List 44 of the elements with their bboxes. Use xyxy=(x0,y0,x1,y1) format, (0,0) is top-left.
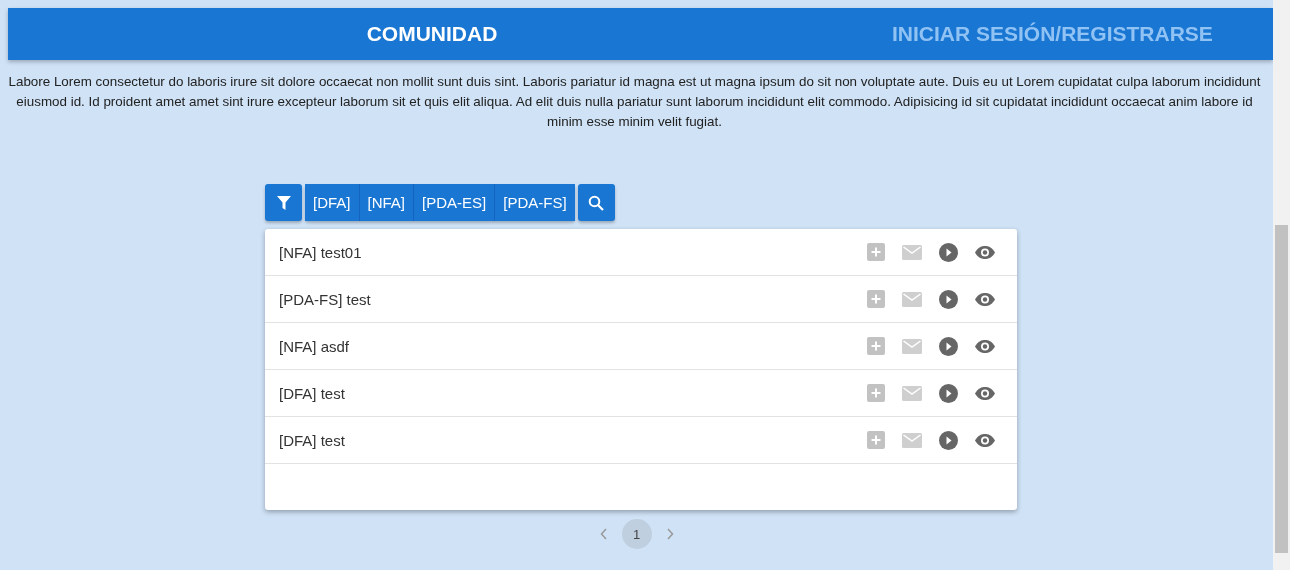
previous-page-icon[interactable] xyxy=(599,528,608,540)
search-icon xyxy=(588,194,605,211)
mail-icon[interactable] xyxy=(902,385,922,401)
search-button[interactable] xyxy=(577,184,615,221)
plus-icon[interactable] xyxy=(867,384,885,402)
row-title: [PDA-FS] test xyxy=(279,290,372,308)
eye-icon[interactable] xyxy=(975,433,995,447)
play-icon[interactable] xyxy=(939,430,958,450)
row-title: [NFA] asdf xyxy=(279,337,351,355)
play-icon[interactable] xyxy=(939,336,958,356)
play-icon[interactable] xyxy=(939,242,958,262)
list-row[interactable]: [DFA] test xyxy=(265,370,1017,417)
eye-icon[interactable] xyxy=(975,339,995,353)
plus-icon[interactable] xyxy=(867,337,885,355)
filter-chip[interactable]: [DFA] xyxy=(305,184,359,221)
mail-icon[interactable] xyxy=(902,291,922,307)
filter-button[interactable] xyxy=(265,184,302,221)
intro-paragraph: Labore Lorem consectetur do laboris irure sit dolore occaecat non mollit sunt duis sint. Laboris pariatur id magna est ut magna ipsum do sit non voluptate aute. Duis eu ut Lorem cupidatat culpa laborum incididunt eiusmod id. Id proident amet amet sint irure excepteur laborum sit et quis elit aliqua. Ad elit duis nulla pariatur sunt laborum incididunt elit commodo. Adipisicing id sit cupidatat incididunt occaecat anim labore id minim esse minim velit fugiat. xyxy=(7,73,1262,131)
filter-chip[interactable]: [NFA] xyxy=(358,184,414,221)
next-page-icon[interactable] xyxy=(665,528,674,540)
row-title: [DFA] test xyxy=(279,384,346,402)
play-icon[interactable] xyxy=(939,289,958,309)
row-title: [NFA] test01 xyxy=(279,243,363,261)
list-row[interactable]: [NFA] test01 xyxy=(265,229,1017,276)
mail-icon[interactable] xyxy=(902,432,922,448)
eye-icon[interactable] xyxy=(975,245,995,259)
list-row[interactable]: [PDA-FS] test xyxy=(265,276,1017,323)
list-row[interactable]: [NFA] asdf xyxy=(265,323,1017,370)
scrollbar[interactable] xyxy=(1273,0,1290,570)
eye-icon[interactable] xyxy=(975,292,995,306)
play-icon[interactable] xyxy=(939,383,958,403)
eye-icon[interactable] xyxy=(975,386,995,400)
mail-icon[interactable] xyxy=(902,244,922,260)
plus-icon[interactable] xyxy=(867,431,885,449)
page-button[interactable]: 1 xyxy=(621,519,652,549)
plus-icon[interactable] xyxy=(867,243,885,261)
row-title: [DFA] test xyxy=(279,431,346,449)
mail-icon[interactable] xyxy=(902,338,922,354)
filter-chip[interactable]: [PDA-FS] xyxy=(494,184,575,221)
page-title: COMUNIDAD xyxy=(365,22,499,46)
filter-icon xyxy=(276,195,291,210)
list-row[interactable]: [DFA] test xyxy=(265,417,1017,464)
plus-icon[interactable] xyxy=(867,290,885,308)
filter-chip[interactable]: [PDA-ES] xyxy=(413,184,495,221)
